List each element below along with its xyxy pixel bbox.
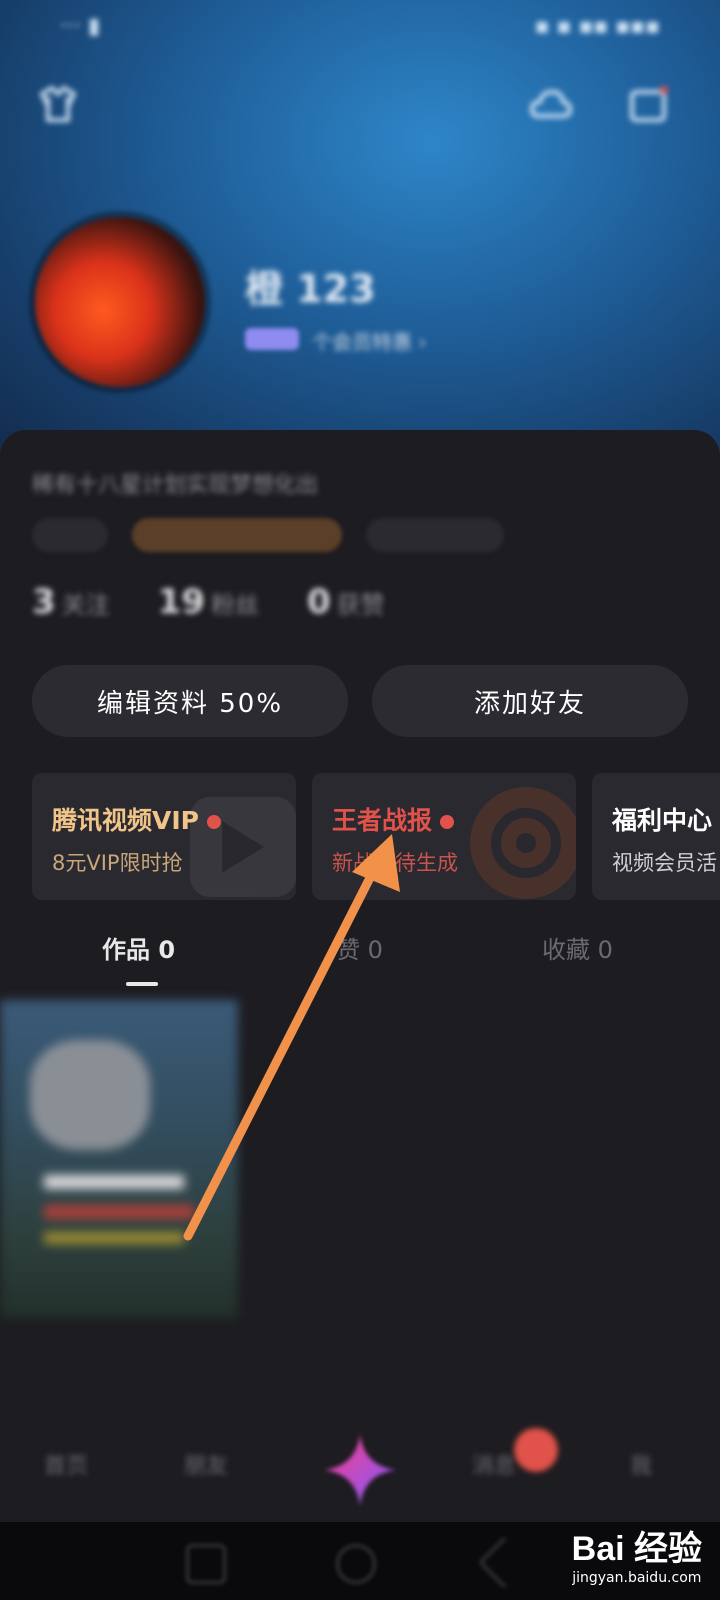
vip-badge: [245, 328, 299, 350]
active-tab-indicator: [126, 982, 158, 986]
status-time: ··· ▮: [60, 14, 101, 39]
recent-apps-icon[interactable]: [186, 1544, 226, 1584]
promo-title: 福利中心: [612, 806, 713, 835]
home-icon[interactable]: [336, 1544, 376, 1584]
menu-icon[interactable]: [626, 84, 670, 128]
nav-me[interactable]: 我: [630, 1448, 652, 1480]
status-icons: ▪ ▪ ▪▪ ▪▪▪: [534, 14, 660, 39]
nav-messages[interactable]: 消息: [472, 1448, 516, 1480]
target-icon: [470, 787, 576, 899]
following-stat[interactable]: 3 关注: [32, 582, 110, 622]
notification-dot: [206, 815, 221, 829]
followers-stat[interactable]: 19 粉丝: [158, 582, 259, 622]
tab-works[interactable]: 作品 0: [102, 930, 175, 965]
message-badge: [514, 1428, 558, 1472]
promo-subtitle: 新战报待生成: [332, 851, 458, 875]
edit-profile-button[interactable]: 编辑资料 50%: [32, 665, 348, 737]
nav-home[interactable]: 首页: [44, 1448, 88, 1480]
baidu-jingyan-watermark: Bai 经验 jingyan.baidu.com: [572, 1521, 702, 1586]
promo-title: 腾讯视频VIP: [52, 806, 199, 835]
status-bar: ··· ▮ ▪ ▪ ▪▪ ▪▪▪: [60, 14, 660, 39]
promo-title: 王者战报: [332, 806, 433, 835]
shirt-icon[interactable]: [36, 82, 80, 126]
nav-friends[interactable]: 朋友: [184, 1448, 228, 1480]
system-navigation-bar: Bai 经验 jingyan.baidu.com: [0, 1522, 720, 1600]
create-plus-icon[interactable]: [318, 1428, 402, 1512]
back-icon[interactable]: [478, 1536, 531, 1589]
promo-card-battle-report[interactable]: 王者战报 新战报待生成: [312, 773, 576, 900]
profile-stats: 3 关注 19 粉丝 0 获赞: [32, 582, 385, 622]
tab-favorites[interactable]: 收藏 0: [542, 930, 613, 965]
profile-tag[interactable]: [366, 518, 504, 552]
video-thumbnail[interactable]: [0, 1000, 238, 1318]
content-tabs: 作品 0 赞 0 收藏 0: [0, 936, 720, 992]
likes-stat[interactable]: 0 获赞: [307, 582, 385, 622]
notification-dot: [440, 815, 455, 829]
profile-tag-highlight[interactable]: [132, 518, 342, 552]
promo-card-welfare-center[interactable]: 福利中心 视频会员活: [592, 773, 720, 900]
promo-subtitle: 8元VIP限时抢: [52, 851, 183, 875]
cloud-icon[interactable]: [528, 84, 573, 128]
member-level-link[interactable]: 个会员特惠 ›: [312, 326, 426, 355]
avatar[interactable]: [35, 217, 205, 387]
username: 橙 123: [245, 267, 376, 311]
watermark-logo: Bai 经验: [571, 1530, 702, 1568]
profile-tag[interactable]: [32, 518, 108, 552]
profile-bio: 稀有十八星计划实现梦想化出: [32, 473, 319, 498]
tab-likes[interactable]: 赞 0: [336, 930, 383, 965]
promo-subtitle: 视频会员活: [612, 851, 717, 875]
promo-card-tencent-vip[interactable]: 腾讯视频VIP 8元VIP限时抢: [32, 773, 296, 900]
watermark-url: jingyan.baidu.com: [572, 1570, 702, 1586]
add-friend-button[interactable]: 添加好友: [372, 665, 688, 737]
